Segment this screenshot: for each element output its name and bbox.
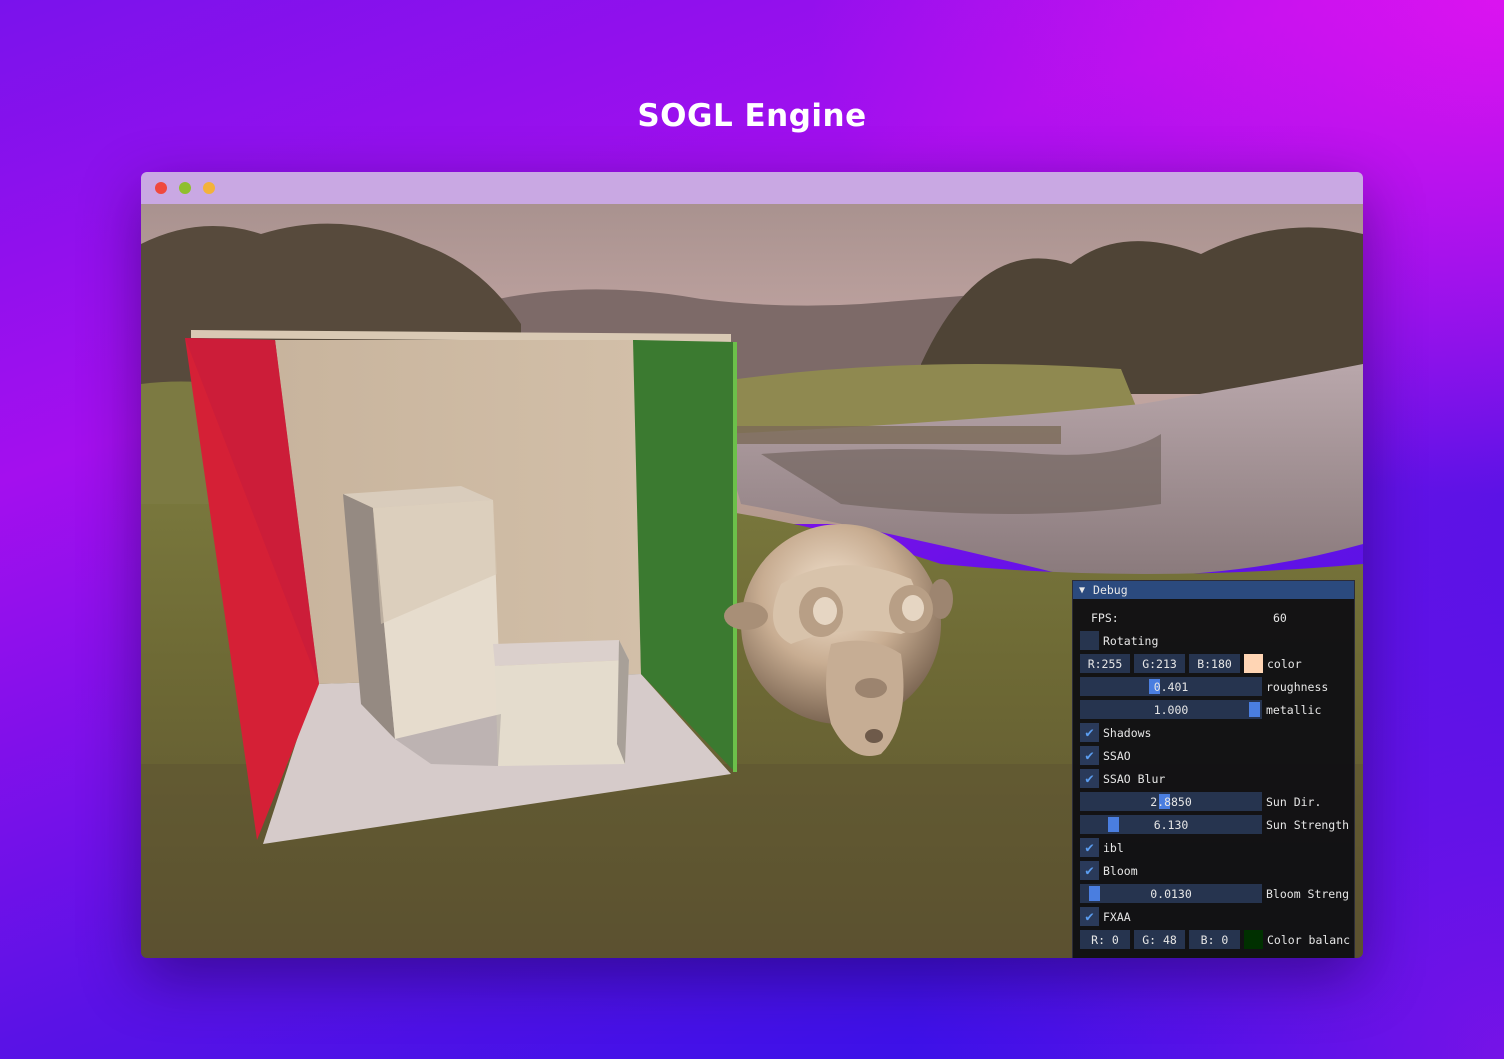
color-b-field[interactable]: B:180 xyxy=(1189,654,1240,673)
color-balance-b-field[interactable]: B: 0 xyxy=(1189,930,1240,949)
page-title: SOGL Engine xyxy=(637,98,867,134)
bloom-strength-value: 0.0130 xyxy=(1150,886,1192,901)
shadows-row: ✔ Shadows xyxy=(1080,723,1151,742)
metallic-label: metallic xyxy=(1266,702,1322,717)
sun-strength-slider[interactable]: 6.130 xyxy=(1080,815,1262,834)
rotating-checkbox[interactable] xyxy=(1080,631,1099,650)
metallic-row: 1.000 metallic xyxy=(1080,700,1321,719)
sun-dir-label: Sun Dir. xyxy=(1266,794,1322,809)
bloom-strength-slider[interactable]: 0.0130 xyxy=(1080,884,1262,903)
bloom-strength-label: Bloom Streng xyxy=(1266,886,1350,901)
fxaa-checkbox[interactable]: ✔ xyxy=(1080,907,1099,926)
app-window: ▼ Debug FPS: 60 Rotating R:255 G:213 B:1… xyxy=(141,172,1363,958)
ssao-blur-row: ✔ SSAO Blur xyxy=(1080,769,1165,788)
rotating-row: Rotating xyxy=(1080,631,1158,650)
ssao-row: ✔ SSAO xyxy=(1080,746,1131,765)
roughness-value: 0.401 xyxy=(1153,679,1189,694)
color-balance-swatch[interactable] xyxy=(1244,930,1263,949)
ibl-row: ✔ ibl xyxy=(1080,838,1124,857)
ssao-label: SSAO xyxy=(1103,748,1131,763)
fps-value: 60 xyxy=(1273,610,1287,625)
fps-label: FPS: xyxy=(1091,610,1119,625)
render-viewport[interactable]: ▼ Debug FPS: 60 Rotating R:255 G:213 B:1… xyxy=(141,204,1363,958)
bloom-row: ✔ Bloom xyxy=(1080,861,1138,880)
bloom-strength-row: 0.0130 Bloom Streng xyxy=(1080,884,1349,903)
ibl-checkbox[interactable]: ✔ xyxy=(1080,838,1099,857)
maximize-button[interactable] xyxy=(203,182,215,194)
color-balance-label: Color balanc xyxy=(1267,932,1351,947)
color-row: R:255 G:213 B:180 color xyxy=(1080,654,1302,673)
roughness-slider[interactable]: 0.401 xyxy=(1080,677,1262,696)
fps-row: FPS: 60 xyxy=(1080,608,1350,627)
ssao-blur-checkbox[interactable]: ✔ xyxy=(1080,769,1099,788)
shadows-checkbox[interactable]: ✔ xyxy=(1080,723,1099,742)
bloom-checkbox[interactable]: ✔ xyxy=(1080,861,1099,880)
ibl-label: ibl xyxy=(1103,840,1124,855)
sun-strength-label: Sun Strength xyxy=(1266,817,1350,832)
color-balance-g-field[interactable]: G: 48 xyxy=(1134,930,1185,949)
debug-panel-header[interactable]: ▼ Debug xyxy=(1073,581,1354,599)
window-titlebar xyxy=(141,172,1363,204)
color-r-field[interactable]: R:255 xyxy=(1080,654,1130,673)
sun-dir-row: 2.8850 Sun Dir. xyxy=(1080,792,1321,811)
collapse-arrow-icon[interactable]: ▼ xyxy=(1079,585,1085,596)
sun-strength-row: 6.130 Sun Strength xyxy=(1080,815,1349,834)
fxaa-label: FXAA xyxy=(1103,909,1131,924)
color-label: color xyxy=(1267,656,1302,671)
roughness-label: roughness xyxy=(1266,679,1329,694)
metallic-slider[interactable]: 1.000 xyxy=(1080,700,1262,719)
color-balance-row: R: 0 G: 48 B: 0 Color balanc xyxy=(1080,930,1350,949)
sun-strength-value: 6.130 xyxy=(1153,817,1189,832)
minimize-button[interactable] xyxy=(179,182,191,194)
sun-dir-value: 2.8850 xyxy=(1150,794,1192,809)
debug-panel-title: Debug xyxy=(1093,583,1128,597)
fxaa-row: ✔ FXAA xyxy=(1080,907,1131,926)
ssao-blur-label: SSAO Blur xyxy=(1103,771,1166,786)
rotating-label: Rotating xyxy=(1103,633,1159,648)
bloom-label: Bloom xyxy=(1103,863,1138,878)
close-button[interactable] xyxy=(155,182,167,194)
shadows-label: Shadows xyxy=(1103,725,1152,740)
debug-panel[interactable]: ▼ Debug FPS: 60 Rotating R:255 G:213 B:1… xyxy=(1072,580,1355,958)
color-g-field[interactable]: G:213 xyxy=(1134,654,1185,673)
ssao-checkbox[interactable]: ✔ xyxy=(1080,746,1099,765)
sun-dir-slider[interactable]: 2.8850 xyxy=(1080,792,1262,811)
color-swatch[interactable] xyxy=(1244,654,1263,673)
metallic-value: 1.000 xyxy=(1153,702,1189,717)
color-balance-r-field[interactable]: R: 0 xyxy=(1080,930,1130,949)
roughness-row: 0.401 roughness xyxy=(1080,677,1328,696)
